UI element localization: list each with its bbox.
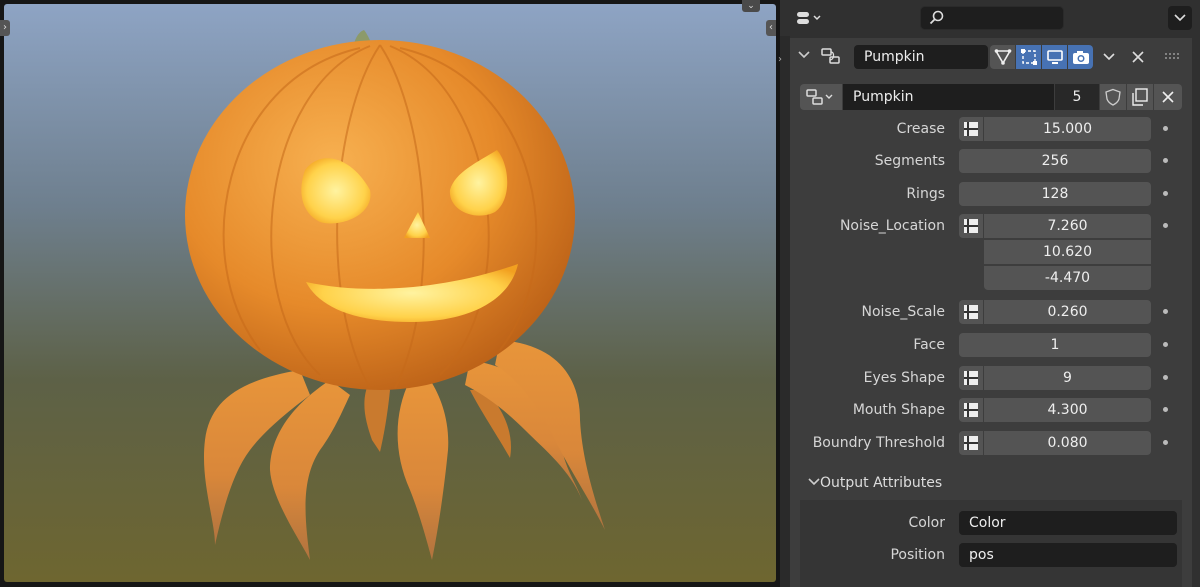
mouth-shape-label: Mouth Shape — [852, 402, 945, 418]
keyframe-dot-icon[interactable] — [1163, 440, 1168, 445]
keyframe-dot-icon[interactable] — [1163, 126, 1168, 131]
modifier-name-field[interactable]: Pumpkin — [854, 45, 988, 69]
keyframe-dot-icon[interactable] — [1163, 223, 1168, 228]
attribute-toggle-icon[interactable] — [959, 117, 983, 141]
crease-field[interactable]: 15.000 — [984, 117, 1151, 141]
eyes-shape-field[interactable]: 9 — [984, 366, 1151, 390]
monitor-icon — [1046, 50, 1063, 64]
output-attributes-header[interactable]: Output Attributes — [820, 475, 942, 491]
keyframe-dot-icon[interactable] — [1163, 375, 1168, 380]
search-icon — [929, 10, 944, 25]
close-icon — [1132, 51, 1144, 63]
face-field[interactable]: 1 — [959, 333, 1151, 357]
attribute-toggle-icon[interactable] — [959, 398, 983, 422]
shield-icon — [1105, 88, 1121, 106]
noise-scale-field[interactable]: 0.260 — [984, 300, 1151, 324]
node-group-selector: Pumpkin 5 — [800, 84, 1182, 110]
rings-field[interactable]: 128 — [959, 182, 1151, 206]
segments-label: Segments — [874, 153, 945, 169]
close-icon — [1162, 91, 1174, 103]
collapse-chevron-icon[interactable] — [798, 49, 810, 63]
output-attributes-chevron-icon[interactable] — [808, 476, 820, 490]
keyframe-dot-icon[interactable] — [1163, 158, 1168, 163]
drag-grip-icon[interactable] — [1164, 52, 1180, 60]
properties-header — [780, 0, 1200, 36]
mouth-shape-field[interactable]: 4.300 — [984, 398, 1151, 422]
options-dropdown[interactable] — [1168, 6, 1192, 30]
expand-tabs-icon[interactable]: › — [778, 54, 782, 65]
noise-scale-label: Noise_Scale — [861, 304, 945, 320]
keyframe-dot-icon[interactable] — [1163, 407, 1168, 412]
attribute-toggle-icon[interactable] — [959, 431, 983, 455]
node-tree-icon — [806, 89, 833, 105]
collapse-header-icon[interactable]: ⌄ — [742, 0, 760, 12]
noise-location-label: Noise_Location — [839, 218, 945, 234]
camera-icon — [1072, 51, 1089, 64]
node-group-browse-button[interactable] — [800, 84, 842, 110]
chevron-down-icon — [1174, 14, 1186, 22]
attribute-toggle-icon[interactable] — [959, 366, 983, 390]
search-input[interactable] — [920, 6, 1064, 30]
geometry-nodes-icon — [821, 48, 840, 64]
keyframe-dot-icon[interactable] — [1163, 342, 1168, 347]
editmode-triangle-icon — [994, 49, 1011, 65]
editor-type-button[interactable] — [790, 6, 830, 30]
chevron-down-icon — [1102, 53, 1115, 61]
noise-location-x-field[interactable]: 7.260 — [984, 214, 1151, 238]
rings-label: Rings — [906, 186, 945, 202]
face-label: Face — [913, 337, 945, 353]
crease-label: Crease — [896, 121, 945, 137]
geometry-nodes-modifier: Pumpkin Pumpkin 5 Crease 15.000 Segments… — [790, 38, 1192, 587]
attribute-toggle-icon[interactable] — [959, 300, 983, 324]
node-group-users-count[interactable]: 5 — [1055, 84, 1099, 110]
pumpkin-render — [4, 4, 776, 582]
segments-field[interactable]: 256 — [959, 149, 1151, 173]
cage-icon — [1020, 49, 1037, 65]
cage-toggle[interactable] — [1016, 45, 1041, 69]
expand-left-icon[interactable]: › — [0, 20, 10, 36]
fake-user-button[interactable] — [1100, 84, 1126, 110]
editor-type-icon — [797, 12, 821, 24]
attribute-toggle-icon[interactable] — [959, 214, 983, 238]
color-attribute-field[interactable]: Color — [959, 511, 1177, 535]
position-label: Position — [890, 547, 945, 563]
position-attribute-field[interactable]: pos — [959, 543, 1177, 567]
unlink-node-group-button[interactable] — [1154, 84, 1182, 110]
render-toggle[interactable] — [1068, 45, 1093, 69]
boundry-threshold-field[interactable]: 0.080 — [984, 431, 1151, 455]
remove-modifier-button[interactable] — [1127, 45, 1149, 69]
noise-location-z-field[interactable]: -4.470 — [984, 266, 1151, 290]
keyframe-dot-icon[interactable] — [1163, 191, 1168, 196]
properties-editor: › Pumpkin Pumpkin 5 Crease 15.000 Segmen… — [778, 0, 1200, 587]
edit-mode-toggle[interactable] — [990, 45, 1015, 69]
noise-location-y-field[interactable]: 10.620 — [984, 240, 1151, 264]
boundry-threshold-label: Boundry Threshold — [812, 435, 945, 451]
color-label: Color — [908, 515, 945, 531]
expand-right-icon[interactable]: ‹ — [766, 20, 776, 36]
modifier-header: Pumpkin — [790, 38, 1192, 76]
keyframe-dot-icon[interactable] — [1163, 309, 1168, 314]
modifier-menu-button[interactable] — [1096, 45, 1121, 69]
3d-viewport[interactable]: › ‹ ⌄ — [0, 0, 780, 587]
duplicate-node-group-button[interactable] — [1127, 84, 1153, 110]
viewport-toggle[interactable] — [1042, 45, 1067, 69]
node-group-name-field[interactable]: Pumpkin — [843, 84, 1054, 110]
duplicate-icon — [1132, 88, 1148, 106]
eyes-shape-label: Eyes Shape — [863, 370, 945, 386]
